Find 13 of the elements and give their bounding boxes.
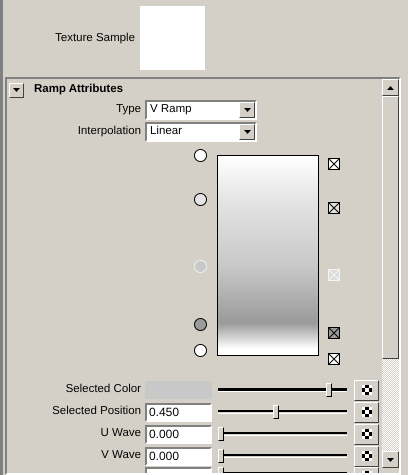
- number-field[interactable]: 0.000: [145, 446, 212, 466]
- field-label: Selected Color: [64, 383, 142, 397]
- number-field[interactable]: 0.000: [145, 424, 212, 444]
- section-title: Ramp Attributes: [34, 83, 124, 97]
- field-label: Selected Position: [51, 405, 142, 419]
- number-field[interactable]: 0.450: [145, 402, 212, 422]
- field-label: Type: [115, 103, 142, 117]
- dropdown[interactable]: Linear: [145, 122, 257, 142]
- field-label: Interpolation: [76, 125, 142, 139]
- dropdown[interactable]: V Ramp: [145, 100, 257, 120]
- field-label: V Wave: [100, 449, 142, 463]
- field-label: U Wave: [100, 427, 142, 441]
- texture-sample-label: Texture Sample: [54, 32, 136, 46]
